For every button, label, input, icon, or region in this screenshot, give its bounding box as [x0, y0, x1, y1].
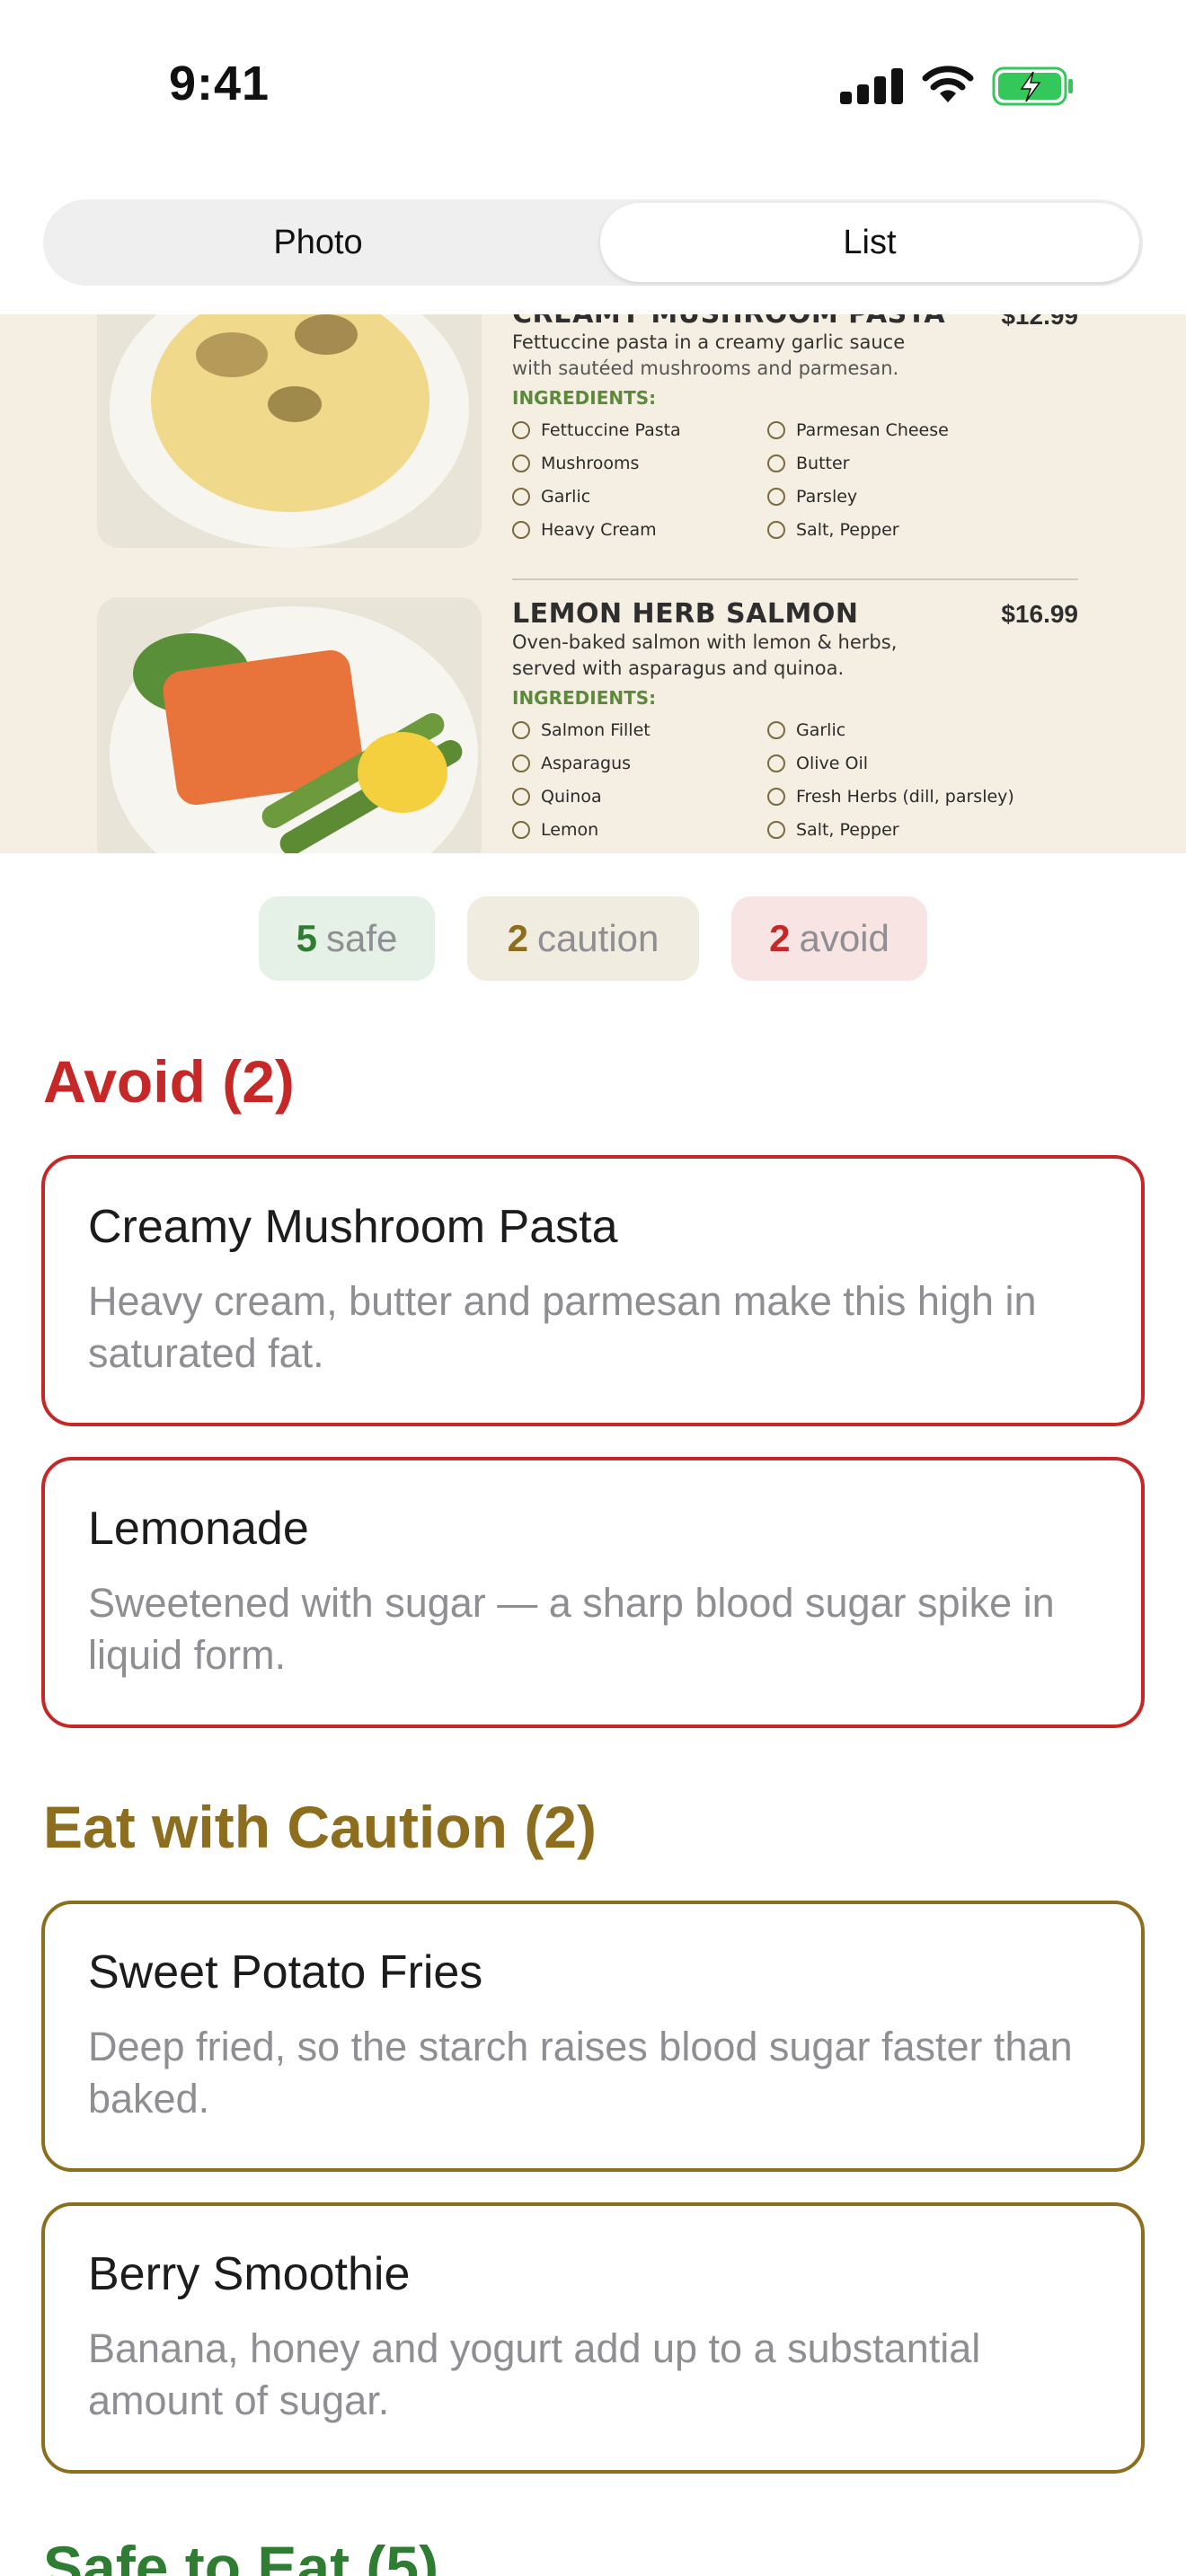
view-mode-segmented-control: Photo List	[43, 199, 1143, 286]
dish-card-caution[interactable]: Berry Smoothie Banana, honey and yogurt …	[41, 2202, 1145, 2474]
avoid-count-badge[interactable]: 2 avoid	[731, 896, 927, 981]
ingredient: Garlic	[541, 487, 591, 507]
safe-count-badge[interactable]: 5 safe	[259, 896, 435, 981]
ingredient: Quinoa	[541, 787, 602, 807]
salmon-dish-image	[97, 597, 482, 853]
ingredient-icon	[767, 521, 785, 539]
pasta-dish-image	[97, 314, 482, 548]
segment-photo[interactable]: Photo	[47, 203, 589, 282]
avoid-section-title: Avoid (2)	[43, 1048, 295, 1115]
ingredient: Mushrooms	[541, 454, 640, 473]
menu-photo: CREAMY MUSHROOM PASTA Fettuccine pasta i…	[0, 314, 1186, 853]
ingredients-list: Salmon Fillet Garlic Asparagus Olive Oil…	[512, 718, 1078, 842]
dish-reason: Sweetened with sugar — a sharp blood sug…	[88, 1580, 1055, 1678]
ingredient: Salt, Pepper	[796, 520, 899, 540]
ingredient-icon	[512, 754, 530, 772]
ingredient: Garlic	[796, 720, 846, 740]
battery-charging-icon	[992, 66, 1073, 106]
menu-item-price: $16.99	[1001, 600, 1078, 628]
safe-label: safe	[325, 917, 398, 959]
menu-item-salmon: LEMON HERB SALMON Oven-baked salmon with…	[512, 598, 1078, 842]
caution-label: caution	[536, 917, 659, 959]
ingredient-icon	[767, 788, 785, 806]
menu-divider	[512, 578, 1078, 580]
menu-item-desc: served with asparagus and quinoa.	[512, 657, 845, 679]
ingredient-icon	[512, 721, 530, 739]
wifi-icon	[922, 66, 974, 102]
ingredient: Lemon	[541, 820, 599, 840]
dish-card-avoid[interactable]: Lemonade Sweetened with sugar — a sharp …	[41, 1457, 1145, 1728]
status-bar: 9:41	[0, 0, 1186, 171]
caution-count: 2	[507, 917, 528, 959]
ingredient-icon	[512, 421, 530, 439]
ingredient: Heavy Cream	[541, 520, 657, 540]
caution-section-title: Eat with Caution (2)	[43, 1794, 597, 1860]
ingredient-icon	[512, 454, 530, 472]
dish-name: Lemonade	[88, 1503, 309, 1555]
cellular-signal-icon	[840, 66, 903, 104]
menu-item-desc: Fettuccine pasta in a creamy garlic sauc…	[512, 331, 906, 353]
ingredient: Olive Oil	[796, 754, 868, 773]
ingredient: Parsley	[796, 487, 858, 507]
ingredient-icon	[767, 721, 785, 739]
ingredient-icon	[767, 454, 785, 472]
ingredients-label: INGREDIENTS:	[512, 687, 657, 709]
dish-name: Creamy Mushroom Pasta	[88, 1201, 618, 1253]
ingredient-icon	[512, 788, 530, 806]
ingredient: Asparagus	[541, 754, 632, 773]
dish-card-avoid[interactable]: Creamy Mushroom Pasta Heavy cream, butte…	[41, 1155, 1145, 1426]
ingredient-icon	[767, 421, 785, 439]
ingredient: Fresh Herbs (dill, parsley)	[796, 787, 1014, 807]
ingredient: Butter	[796, 454, 850, 473]
safe-section-title: Safe to Eat (5)	[43, 2534, 439, 2576]
dish-reason: Banana, honey and yogurt add up to a sub…	[88, 2325, 981, 2423]
menu-item-title: LEMON HERB SALMON	[512, 598, 859, 630]
menu-item-pasta: CREAMY MUSHROOM PASTA Fettuccine pasta i…	[512, 314, 1078, 543]
avoid-label: avoid	[799, 917, 890, 959]
ingredient-icon	[767, 488, 785, 506]
ingredient: Parmesan Cheese	[796, 420, 949, 440]
menu-item-price: $12.99	[1001, 314, 1078, 330]
dish-name: Berry Smoothie	[88, 2248, 411, 2300]
dish-reason: Deep fried, so the starch raises blood s…	[88, 2024, 1073, 2122]
segment-list[interactable]: List	[600, 203, 1139, 282]
safe-count: 5	[296, 917, 317, 959]
ingredients-label: INGREDIENTS:	[512, 387, 657, 409]
avoid-count: 2	[769, 917, 791, 959]
dish-name: Sweet Potato Fries	[88, 1946, 483, 1998]
ingredient-icon	[512, 488, 530, 506]
ingredient-icon	[767, 754, 785, 772]
dish-reason: Heavy cream, butter and parmesan make th…	[88, 1278, 1037, 1376]
ingredient: Salt, Pepper	[796, 820, 899, 840]
ingredients-list: Fettuccine Pasta Parmesan Cheese Mushroo…	[512, 418, 1078, 543]
menu-item-desc: Oven-baked salmon with lemon & herbs,	[512, 631, 898, 653]
ingredient: Fettuccine Pasta	[541, 420, 681, 440]
ingredient-icon	[767, 821, 785, 839]
dish-card-caution[interactable]: Sweet Potato Fries Deep fried, so the st…	[41, 1901, 1145, 2172]
menu-item-title: CREAMY MUSHROOM PASTA	[512, 314, 1078, 330]
caution-count-badge[interactable]: 2 caution	[467, 896, 699, 981]
ingredient-icon	[512, 821, 530, 839]
menu-item-desc: with sautéed mushrooms and parmesan.	[512, 357, 899, 379]
status-time: 9:41	[169, 57, 270, 110]
ingredient: Salmon Fillet	[541, 720, 651, 740]
ingredient-icon	[512, 521, 530, 539]
